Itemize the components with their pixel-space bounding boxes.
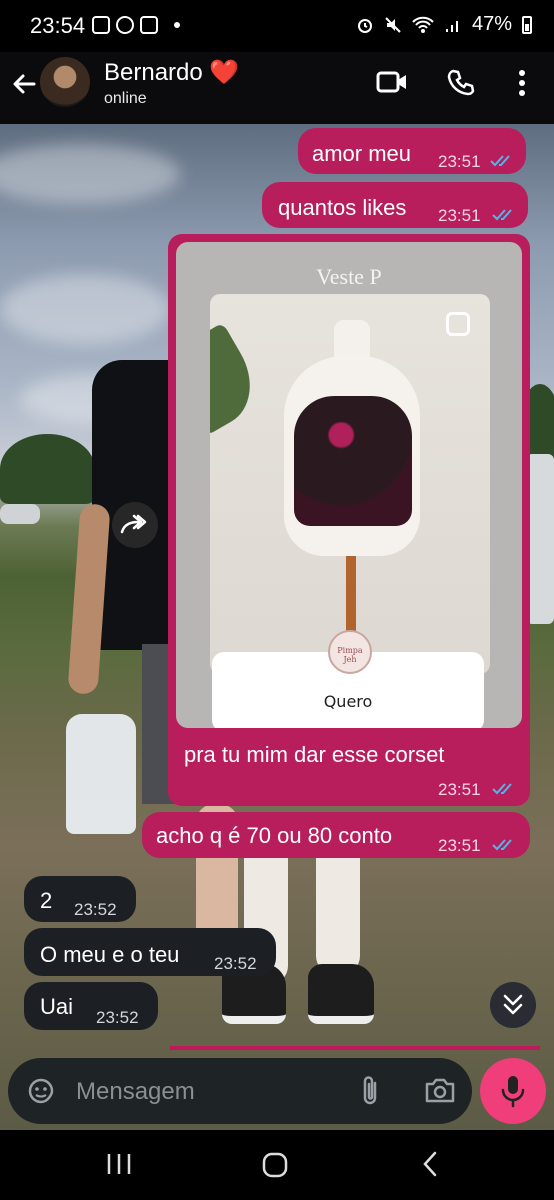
- camera-icon[interactable]: [424, 1076, 456, 1104]
- message-time: 23:51: [438, 206, 481, 225]
- avatar[interactable]: [40, 57, 90, 107]
- message-time: 23:51: [438, 152, 481, 171]
- chat-header: Bernardo ❤️ online: [0, 52, 554, 124]
- mute-icon: [385, 16, 401, 33]
- contact-name[interactable]: Bernardo ❤️: [104, 58, 239, 87]
- corset: [294, 396, 412, 526]
- message-text: pra tu mim dar esse corset: [184, 742, 445, 767]
- read-ticks-icon: [492, 783, 512, 795]
- battery-percent: 47%: [471, 13, 512, 35]
- gallery-notification-icon: [92, 16, 110, 34]
- message-time: 23:51: [438, 780, 481, 799]
- forward-icon[interactable]: [112, 502, 158, 548]
- read-ticks-icon: [492, 209, 512, 221]
- mic-button[interactable]: [480, 1058, 546, 1124]
- more-notifications-dot-icon: [174, 22, 180, 28]
- story-preview[interactable]: Veste P Pimpa Jeh Quero: [176, 242, 522, 728]
- phone-icon[interactable]: [446, 68, 476, 98]
- mic-icon: [501, 1076, 525, 1108]
- message-time: 23:51: [438, 836, 481, 855]
- sticker-icon[interactable]: [26, 1076, 56, 1106]
- sticker-text: Quero: [323, 692, 373, 711]
- nav-back-icon[interactable]: [420, 1150, 440, 1178]
- wallpaper-car: [0, 504, 40, 524]
- message-outgoing[interactable]: acho q é 70 ou 80 conto 23:51: [142, 812, 530, 858]
- nav-home-icon[interactable]: [262, 1152, 288, 1178]
- chat-area[interactable]: amor meu 23:51 quantos likes 23:51 pra t…: [0, 124, 554, 1130]
- shop-logo: Pimpa Jeh: [328, 630, 372, 674]
- wallpaper-cloud: [0, 274, 170, 344]
- message-outgoing[interactable]: quantos likes 23:51: [262, 182, 528, 228]
- message-text: quantos likes: [278, 195, 407, 220]
- nav-recents-icon[interactable]: [106, 1152, 132, 1176]
- message-time: 23:52: [214, 954, 257, 973]
- story-caption: Veste P: [316, 264, 382, 289]
- alarm-icon: [357, 18, 372, 33]
- copy-icon: [446, 312, 470, 336]
- message-placeholder: Mensagem: [76, 1078, 195, 1105]
- status-bar: 23:54 47%: [0, 0, 554, 52]
- system-status-icons: 47%: [356, 13, 532, 36]
- message-outgoing[interactable]: amor meu 23:51: [298, 128, 526, 174]
- story-photo: [210, 294, 490, 674]
- wallpaper-cloud: [0, 144, 180, 204]
- read-ticks-icon: [492, 839, 512, 851]
- system-nav-bar: [0, 1130, 554, 1200]
- message-input[interactable]: Mensagem: [8, 1058, 472, 1124]
- message-text: Uai: [40, 994, 74, 1019]
- status-time: 23:54: [30, 13, 86, 38]
- wallpaper-tree: [0, 434, 95, 504]
- contact-status: online: [104, 90, 147, 107]
- threads-notification-icon: [116, 16, 134, 34]
- notification-icons: [92, 16, 180, 34]
- message-time: 23:52: [74, 900, 117, 919]
- message-text: amor meu: [312, 141, 412, 166]
- video-call-icon[interactable]: [376, 68, 408, 96]
- wifi-icon: [412, 16, 434, 33]
- read-ticks-icon: [490, 155, 510, 167]
- wallpaper-bag: [66, 714, 136, 834]
- message-incoming[interactable]: O meu e o teu 23:52: [24, 928, 276, 976]
- message-time: 23:52: [96, 1008, 139, 1027]
- instagram-notification-icon: [140, 16, 158, 34]
- chevron-double-down-icon[interactable]: [490, 982, 536, 1028]
- message-text: 2: [40, 888, 53, 913]
- attach-icon[interactable]: [358, 1074, 382, 1108]
- signal-icon: [445, 20, 458, 32]
- heart-emoji: ❤️: [209, 59, 240, 86]
- message-incoming[interactable]: 2 23:52: [24, 876, 136, 922]
- wallpaper-car: [526, 454, 554, 624]
- message-text: acho q é 70 ou 80 conto: [156, 823, 393, 848]
- battery-icon: [522, 15, 532, 34]
- message-incoming[interactable]: Uai 23:52: [24, 982, 158, 1030]
- plant-leaf: [210, 322, 268, 436]
- wallpaper-shoe: [308, 964, 374, 1024]
- back-arrow-icon[interactable]: [10, 70, 38, 98]
- story-sticker: Pimpa Jeh Quero: [212, 630, 484, 728]
- message-text: O meu e o teu: [40, 942, 180, 967]
- more-vert-icon[interactable]: [512, 68, 532, 98]
- composer: Mensagem: [0, 1048, 554, 1130]
